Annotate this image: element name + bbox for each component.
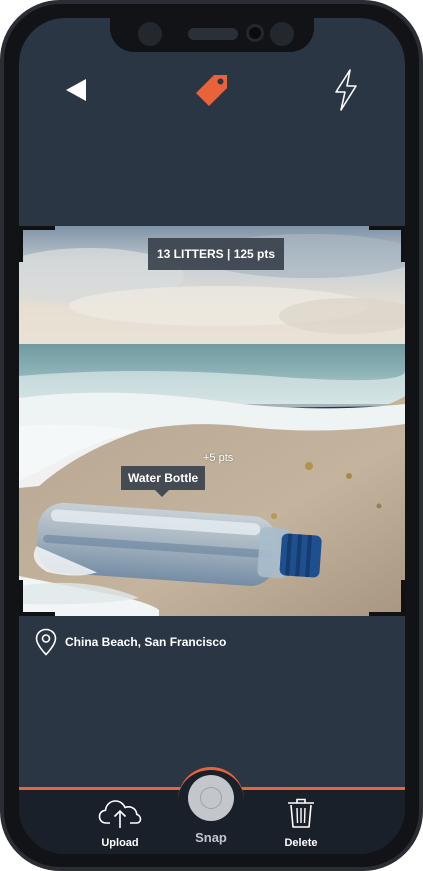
back-arrow-icon: [66, 79, 86, 101]
back-button[interactable]: [63, 66, 89, 114]
viewfinder-corner-bottom-right: [369, 580, 405, 616]
sensor-icon: [138, 22, 162, 46]
sensor-icon: [270, 22, 294, 46]
map-pin-icon: [35, 628, 57, 656]
app-screen: 13 LITTERS | 125 pts +5 pts Water Bottle…: [19, 18, 405, 854]
top-toolbar: [19, 66, 405, 116]
upload-button[interactable]: Upload: [85, 797, 155, 849]
upload-label: Upload: [101, 837, 139, 849]
snap-button[interactable]: [188, 775, 234, 821]
snap-label: Snap: [195, 830, 227, 845]
tag-button[interactable]: [193, 66, 231, 114]
speaker-grille: [188, 28, 238, 40]
captured-photo: 13 LITTERS | 125 pts +5 pts Water Bottle: [19, 226, 405, 616]
flash-button[interactable]: [331, 66, 361, 114]
beach-photo: [19, 226, 405, 616]
detected-points: +5 pts: [203, 452, 234, 464]
delete-button[interactable]: Delete: [266, 797, 336, 849]
litter-score-badge: 13 LITTERS | 125 pts: [148, 238, 285, 270]
delete-label: Delete: [284, 837, 318, 849]
flash-icon: [335, 69, 357, 111]
front-camera-icon: [246, 24, 264, 42]
viewfinder-corner-top-left: [19, 226, 55, 262]
location-row[interactable]: China Beach, San Francisco: [35, 628, 226, 656]
detected-object-label[interactable]: Water Bottle: [121, 466, 206, 497]
viewfinder-corner-top-right: [369, 226, 405, 262]
tag-icon: [196, 75, 227, 106]
trash-icon: [288, 798, 314, 828]
viewfinder-corner-bottom-left: [19, 580, 55, 616]
notch: [110, 18, 314, 52]
cloud-upload-icon: [98, 800, 142, 828]
shutter-icon: [200, 787, 222, 809]
location-text: China Beach, San Francisco: [65, 635, 227, 649]
